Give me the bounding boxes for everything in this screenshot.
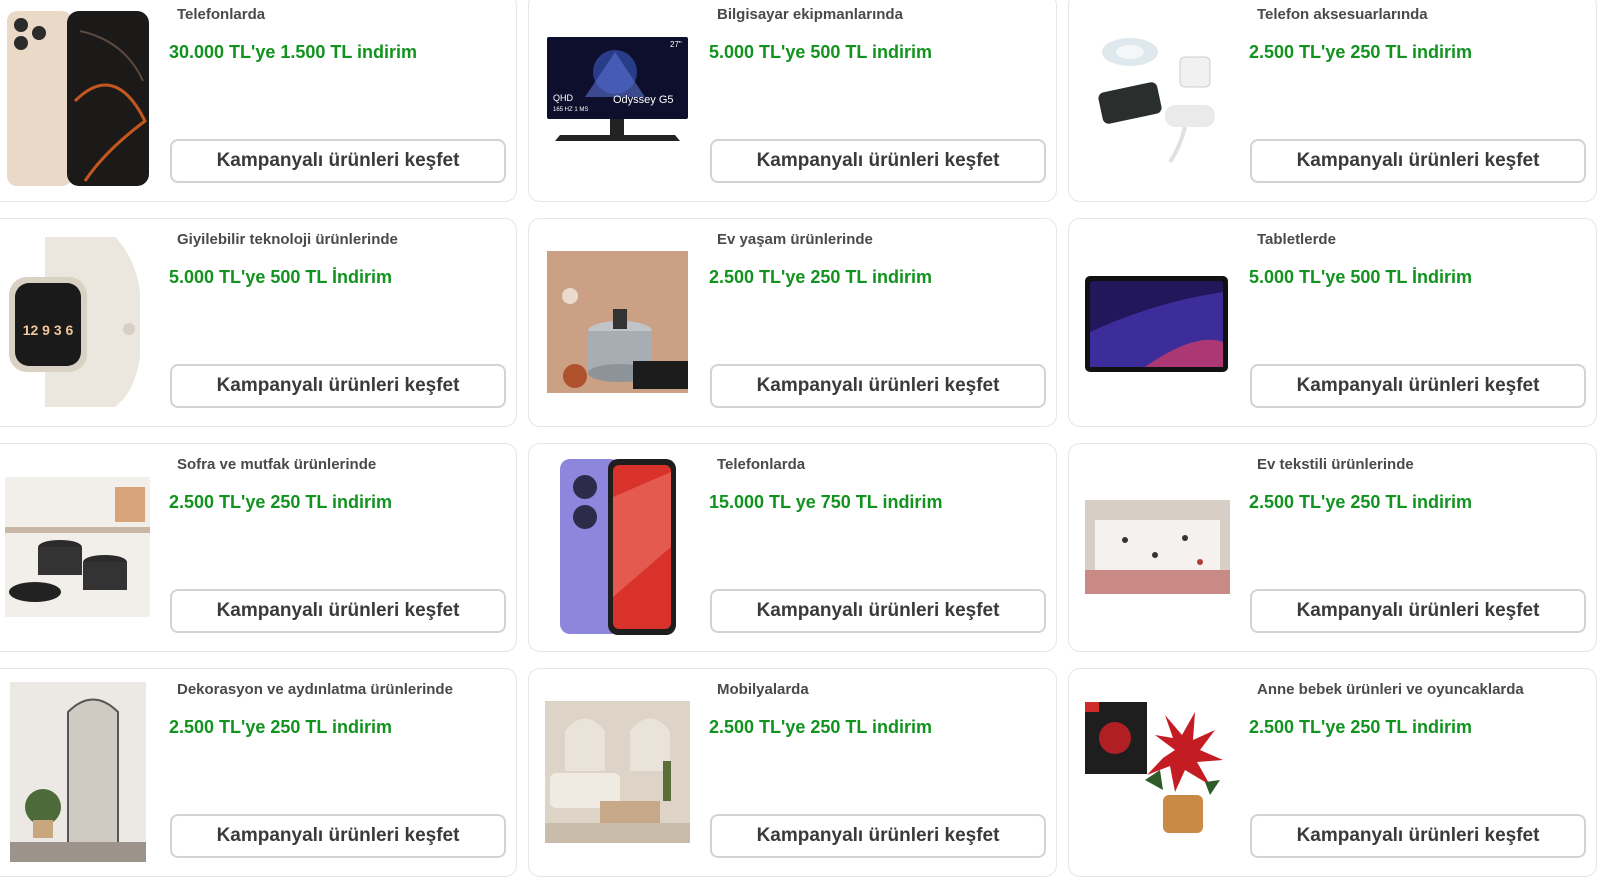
monitor-image[interactable]: 27" QHD 165 HZ 1 MS Odyssey G5 bbox=[545, 2, 690, 192]
smartphone-image[interactable] bbox=[5, 11, 150, 186]
card-category: Telefonlarda bbox=[177, 6, 266, 23]
explore-campaign-button[interactable]: Kampanyalı ürünleri keşfet bbox=[710, 139, 1046, 183]
monitor-size-text: 27" bbox=[670, 40, 682, 49]
card-category: Tabletlerde bbox=[1257, 231, 1336, 248]
cookware-set-image[interactable] bbox=[5, 452, 150, 642]
monitor-spec-text: 165 HZ 1 MS bbox=[553, 107, 588, 113]
card-deal: 2.500 TL'ye 250 TL indirim bbox=[169, 717, 393, 737]
explore-campaign-button[interactable]: Kampanyalı ürünleri keşfet bbox=[1250, 139, 1586, 183]
card-deal: 2.500 TL'ye 250 TL indirim bbox=[169, 492, 393, 512]
poinsettia-toy-image[interactable] bbox=[1085, 677, 1230, 867]
card-deal: 5.000 TL'ye 500 TL indirim bbox=[709, 42, 933, 62]
tablet-image[interactable] bbox=[1085, 227, 1230, 417]
card-deal: 2.500 TL'ye 250 TL indirim bbox=[709, 717, 933, 737]
explore-campaign-button[interactable]: Kampanyalı ürünleri keşfet bbox=[1250, 814, 1586, 858]
campaign-card: Dekorasyon ve aydınlatma ürünlerinde 2.5… bbox=[0, 668, 517, 877]
explore-campaign-button[interactable]: Kampanyalı ürünleri keşfet bbox=[170, 139, 506, 183]
explore-campaign-button[interactable]: Kampanyalı ürünleri keşfet bbox=[170, 814, 506, 858]
purple-phone-image[interactable] bbox=[545, 452, 690, 642]
campaign-card: Telefonlarda 15.000 TL ye 750 TL indirim… bbox=[528, 443, 1057, 652]
explore-campaign-button[interactable]: Kampanyalı ürünleri keşfet bbox=[170, 589, 506, 633]
monitor-brand-text: Odyssey G5 bbox=[613, 94, 674, 106]
card-category: Dekorasyon ve aydınlatma ürünlerinde bbox=[177, 681, 453, 698]
campaign-card: Ev tekstili ürünlerinde 2.500 TL'ye 250 … bbox=[1068, 443, 1597, 652]
smartwatch-image[interactable]: 12 9 3 6 bbox=[5, 227, 150, 417]
explore-campaign-button[interactable]: Kampanyalı ürünleri keşfet bbox=[710, 814, 1046, 858]
card-deal: 2.500 TL'ye 250 TL indirim bbox=[1249, 717, 1473, 737]
explore-campaign-button[interactable]: Kampanyalı ürünleri keşfet bbox=[1250, 364, 1586, 408]
monitor-spec-text: QHD bbox=[553, 93, 574, 103]
card-category: Telefonlarda bbox=[717, 456, 806, 473]
explore-campaign-button[interactable]: Kampanyalı ürünleri keşfet bbox=[710, 364, 1046, 408]
floor-mirror-image[interactable] bbox=[5, 677, 150, 867]
card-category: Ev yaşam ürünlerinde bbox=[717, 231, 873, 248]
campaign-grid: Telefonlarda 30.000 TL'ye 1.500 TL indir… bbox=[0, 0, 1600, 885]
campaign-card: Ev yaşam ürünlerinde 2.500 TL'ye 250 TL … bbox=[528, 218, 1057, 427]
explore-campaign-button[interactable]: Kampanyalı ürünleri keşfet bbox=[710, 589, 1046, 633]
card-deal: 2.500 TL'ye 250 TL indirim bbox=[1249, 42, 1473, 62]
campaign-card: Telefonlarda 30.000 TL'ye 1.500 TL indir… bbox=[0, 0, 517, 202]
card-category: Mobilyalarda bbox=[717, 681, 809, 698]
bedding-image[interactable] bbox=[1085, 452, 1230, 642]
campaign-card: Telefon aksesuarlarında 2.500 TL'ye 250 … bbox=[1068, 0, 1597, 202]
watch-face-text: 12 9 3 6 bbox=[23, 322, 74, 338]
card-deal: 30.000 TL'ye 1.500 TL indirim bbox=[169, 42, 418, 62]
charger-accessories-image[interactable] bbox=[1085, 2, 1230, 192]
card-deal: 5.000 TL'ye 500 TL İndirim bbox=[169, 267, 393, 287]
explore-campaign-button[interactable]: Kampanyalı ürünleri keşfet bbox=[170, 364, 506, 408]
card-category: Anne bebek ürünleri ve oyuncaklarda bbox=[1257, 681, 1524, 698]
explore-campaign-button[interactable]: Kampanyalı ürünleri keşfet bbox=[1250, 589, 1586, 633]
card-deal: 15.000 TL ye 750 TL indirim bbox=[709, 492, 943, 512]
campaign-card: Mobilyalarda 2.500 TL'ye 250 TL indirim … bbox=[528, 668, 1057, 877]
campaign-card: Sofra ve mutfak ürünlerinde 2.500 TL'ye … bbox=[0, 443, 517, 652]
pressure-cooker-image[interactable] bbox=[545, 227, 690, 417]
campaign-card: 27" QHD 165 HZ 1 MS Odyssey G5 Bilgisaya… bbox=[528, 0, 1057, 202]
living-room-image[interactable] bbox=[545, 677, 690, 867]
card-category: Ev tekstili ürünlerinde bbox=[1257, 456, 1414, 473]
card-deal: 2.500 TL'ye 250 TL indirim bbox=[1249, 492, 1473, 512]
card-category: Sofra ve mutfak ürünlerinde bbox=[177, 456, 377, 473]
card-deal: 2.500 TL'ye 250 TL indirim bbox=[709, 267, 933, 287]
card-category: Bilgisayar ekipmanlarında bbox=[717, 6, 903, 23]
campaign-card: 12 9 3 6 Giyilebilir teknoloji ürünlerin… bbox=[0, 218, 517, 427]
card-category: Giyilebilir teknoloji ürünlerinde bbox=[177, 231, 398, 248]
card-deal: 5.000 TL'ye 500 TL İndirim bbox=[1249, 267, 1473, 287]
campaign-card: Anne bebek ürünleri ve oyuncaklarda 2.50… bbox=[1068, 668, 1597, 877]
campaign-card: Tabletlerde 5.000 TL'ye 500 TL İndirim K… bbox=[1068, 218, 1597, 427]
card-category: Telefon aksesuarlarında bbox=[1257, 6, 1428, 23]
